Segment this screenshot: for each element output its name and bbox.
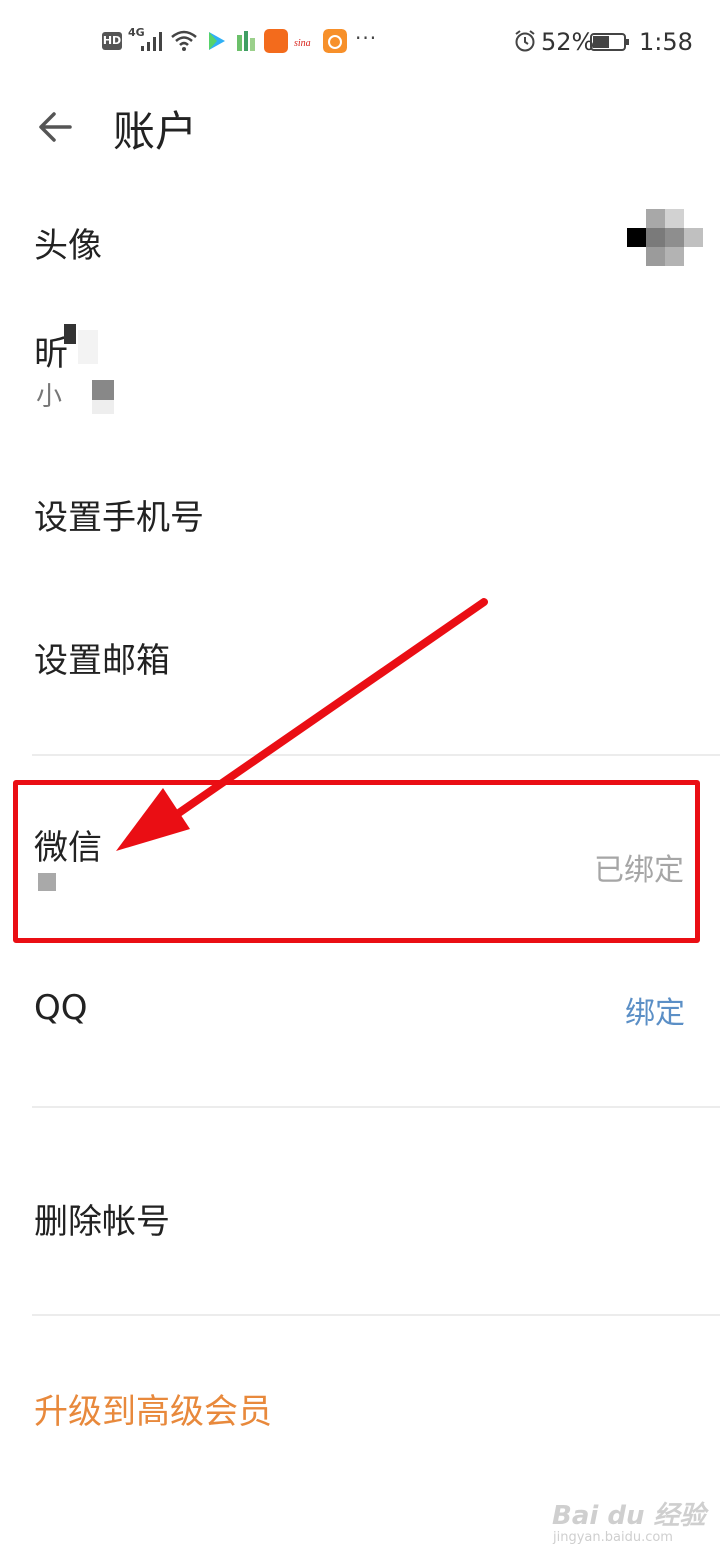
pixelated-name-block: [92, 380, 114, 400]
divider: [32, 1106, 720, 1108]
battery-icon: [590, 33, 629, 51]
hd-badge: HD: [102, 32, 122, 50]
pixelated-name-block: [92, 400, 114, 414]
qq-label: QQ: [34, 988, 88, 1028]
uc-browser-icon: [323, 29, 347, 53]
back-arrow-icon[interactable]: [30, 100, 84, 154]
annotation-highlight-box: [13, 780, 700, 943]
battery-percent: 52%: [541, 28, 595, 56]
orange-app-icon: [264, 29, 288, 53]
signal-icon: [141, 32, 162, 51]
nickname-label: 昕: [34, 334, 68, 374]
wifi-icon: [171, 30, 197, 51]
set-email-label: 设置邮箱: [34, 641, 170, 681]
nickname-subtext: 小: [36, 382, 63, 412]
pixelated-name-block: [64, 324, 76, 344]
delete-account-label: 删除帐号: [34, 1202, 170, 1242]
qq-row[interactable]: QQ 绑定: [0, 960, 720, 1090]
green-app-icon: [237, 31, 255, 51]
svg-text:sina: sina: [294, 38, 311, 49]
status-bar: HD 4G sina ··· 52% 1:58: [0, 0, 720, 84]
watermark-url: jingyan.baidu.com: [553, 1530, 673, 1545]
upgrade-premium-link[interactable]: 升级到高级会员: [34, 1384, 272, 1433]
qq-bind-button[interactable]: 绑定: [625, 988, 685, 1032]
nickname-row[interactable]: 昕 小: [0, 310, 720, 430]
watermark-logo: Bai du 经验: [552, 1501, 706, 1531]
avatar-row[interactable]: 头像: [0, 190, 720, 290]
alarm-icon: [515, 30, 535, 52]
set-phone-row[interactable]: 设置手机号: [0, 460, 720, 570]
more-notifications-icon: ···: [355, 26, 378, 50]
divider: [32, 754, 720, 756]
clock: 1:58: [639, 28, 693, 56]
pixelated-name-block: [78, 330, 98, 364]
set-phone-label: 设置手机号: [34, 498, 204, 538]
video-play-icon: [209, 32, 225, 50]
avatar[interactable]: [627, 209, 703, 266]
divider: [32, 1314, 720, 1316]
sina-icon: sina: [294, 38, 311, 49]
delete-account-row[interactable]: 删除帐号: [0, 1150, 720, 1280]
page-title: 账户: [113, 107, 198, 156]
avatar-label: 头像: [34, 226, 102, 266]
set-email-row[interactable]: 设置邮箱: [0, 605, 720, 715]
